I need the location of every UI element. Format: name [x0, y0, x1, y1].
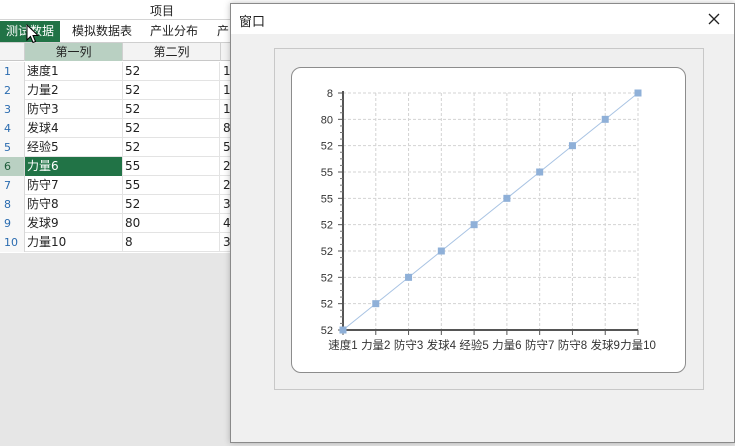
y-tick-label: 52	[321, 141, 333, 153]
mouse-cursor-icon	[26, 24, 40, 44]
cell-col1[interactable]: 防守8	[25, 195, 123, 214]
table-row[interactable]: 4 发球4 52 8	[0, 119, 231, 138]
chart-window: 窗口 52 52 52 52 52 55 55 52 80 8 速度1 力量2 防守3 发球4 经验5 力量6…	[230, 3, 735, 443]
cell-col2[interactable]: 80	[123, 214, 220, 233]
y-tick-label: 52	[321, 220, 333, 232]
cell-col1[interactable]: 防守7	[25, 176, 123, 195]
x-tick-label: 防守8	[558, 338, 587, 352]
cell-col1[interactable]: 发球9	[25, 214, 123, 233]
x-tick-label: 经验5	[459, 338, 488, 352]
series-line	[342, 92, 639, 331]
close-button[interactable]	[694, 4, 734, 34]
cell-col2[interactable]: 55	[123, 176, 220, 195]
row-number[interactable]: 3	[0, 100, 25, 119]
table-row[interactable]: 6 力量6 55 2	[0, 157, 231, 176]
x-tick-label: 发球4	[427, 338, 457, 352]
cell-col2[interactable]: 52	[123, 62, 220, 81]
grid-header-row: 第一列 第二列	[0, 43, 231, 61]
data-point-marker	[568, 142, 576, 150]
cell-col1[interactable]: 力量2	[25, 81, 123, 100]
y-tick-label: 80	[321, 114, 333, 126]
table-row[interactable]: 10 力量10 8 3	[0, 233, 231, 252]
data-point-marker	[601, 115, 609, 123]
data-grid: 第一列 第二列 1 速度1 52 1 2 力量2 52 1 3 防守3 52 1 4 发球4 52 8 5 经验5…	[0, 43, 231, 253]
row-number[interactable]: 1	[0, 62, 25, 81]
x-tick-label: 防守3	[394, 338, 423, 352]
x-tick-label: 力量10	[620, 339, 656, 352]
row-number[interactable]: 4	[0, 119, 25, 138]
row-number[interactable]: 10	[0, 233, 25, 252]
window-title-bar[interactable]: 窗口	[231, 4, 734, 34]
cell-col1[interactable]: 经验5	[25, 138, 123, 157]
table-row[interactable]: 9 发球9 80 4	[0, 214, 231, 233]
table-row[interactable]: 5 经验5 52 5	[0, 138, 231, 157]
data-point-marker	[503, 194, 511, 202]
cell-col1[interactable]: 防守3	[25, 100, 123, 119]
y-tick-label: 52	[321, 272, 333, 284]
cell-col2[interactable]: 52	[123, 119, 220, 138]
close-icon	[708, 13, 720, 25]
row-number[interactable]: 5	[0, 138, 25, 157]
cell-col1[interactable]: 速度1	[25, 62, 123, 81]
cell-col2[interactable]: 8	[123, 233, 220, 252]
x-tick-label: 力量2	[361, 339, 390, 352]
window-title: 窗口	[239, 15, 266, 30]
grid-corner[interactable]	[0, 43, 25, 61]
row-number[interactable]: 6	[0, 157, 25, 176]
table-row[interactable]: 8 防守8 52 3	[0, 195, 231, 214]
row-number[interactable]: 9	[0, 214, 25, 233]
table-row[interactable]: 7 防守7 55 2	[0, 176, 231, 195]
x-tick-label: 速度1	[328, 338, 357, 352]
y-tick-label: 55	[321, 193, 333, 205]
y-tick-label: 8	[327, 88, 333, 100]
row-number[interactable]: 8	[0, 195, 25, 214]
cell-col2[interactable]: 52	[123, 195, 220, 214]
app-header-title: 项目	[150, 4, 175, 18]
column-header-2[interactable]: 第二列	[123, 43, 221, 61]
row-number[interactable]: 7	[0, 176, 25, 195]
data-point-marker	[536, 168, 544, 176]
y-tick-label: 55	[321, 167, 333, 179]
cell-col1[interactable]: 力量10	[25, 233, 123, 252]
tab-industry-distribution[interactable]: 产业分布	[144, 21, 204, 42]
data-point-marker	[634, 89, 642, 97]
data-point-marker	[405, 273, 413, 281]
table-row[interactable]: 3 防守3 52 1	[0, 100, 231, 119]
cell-col2[interactable]: 52	[123, 138, 220, 157]
cell-col1[interactable]: 力量6	[25, 157, 123, 176]
data-point-marker	[372, 300, 380, 308]
tab-simulated-data[interactable]: 模拟数据表	[66, 21, 138, 42]
y-tick-label: 52	[321, 325, 333, 337]
x-tick-label: 发球9	[591, 338, 620, 352]
y-tick-label: 52	[321, 246, 333, 258]
cell-col1[interactable]: 发球4	[25, 119, 123, 138]
data-point-marker	[437, 247, 445, 255]
cell-col2[interactable]: 52	[123, 100, 220, 119]
x-tick-label: 力量6	[492, 339, 521, 352]
data-point-marker	[470, 221, 478, 229]
table-row[interactable]: 1 速度1 52 1	[0, 62, 231, 81]
line-chart: 52 52 52 52 52 55 55 52 80 8 速度1 力量2 防守3 发球4 经验5 力量6 防守7…	[321, 88, 656, 352]
chart-panel: 52 52 52 52 52 55 55 52 80 8 速度1 力量2 防守3 发球4 经验5 力量6 防守7…	[291, 67, 686, 373]
cell-col2[interactable]: 55	[123, 157, 220, 176]
x-tick-label: 防守7	[525, 338, 554, 352]
cell-col2[interactable]: 52	[123, 81, 220, 100]
data-point-marker	[339, 326, 347, 334]
column-header-1[interactable]: 第一列	[25, 43, 123, 61]
y-tick-label: 52	[321, 299, 333, 311]
row-number[interactable]: 2	[0, 81, 25, 100]
table-row[interactable]: 2 力量2 52 1	[0, 81, 231, 100]
